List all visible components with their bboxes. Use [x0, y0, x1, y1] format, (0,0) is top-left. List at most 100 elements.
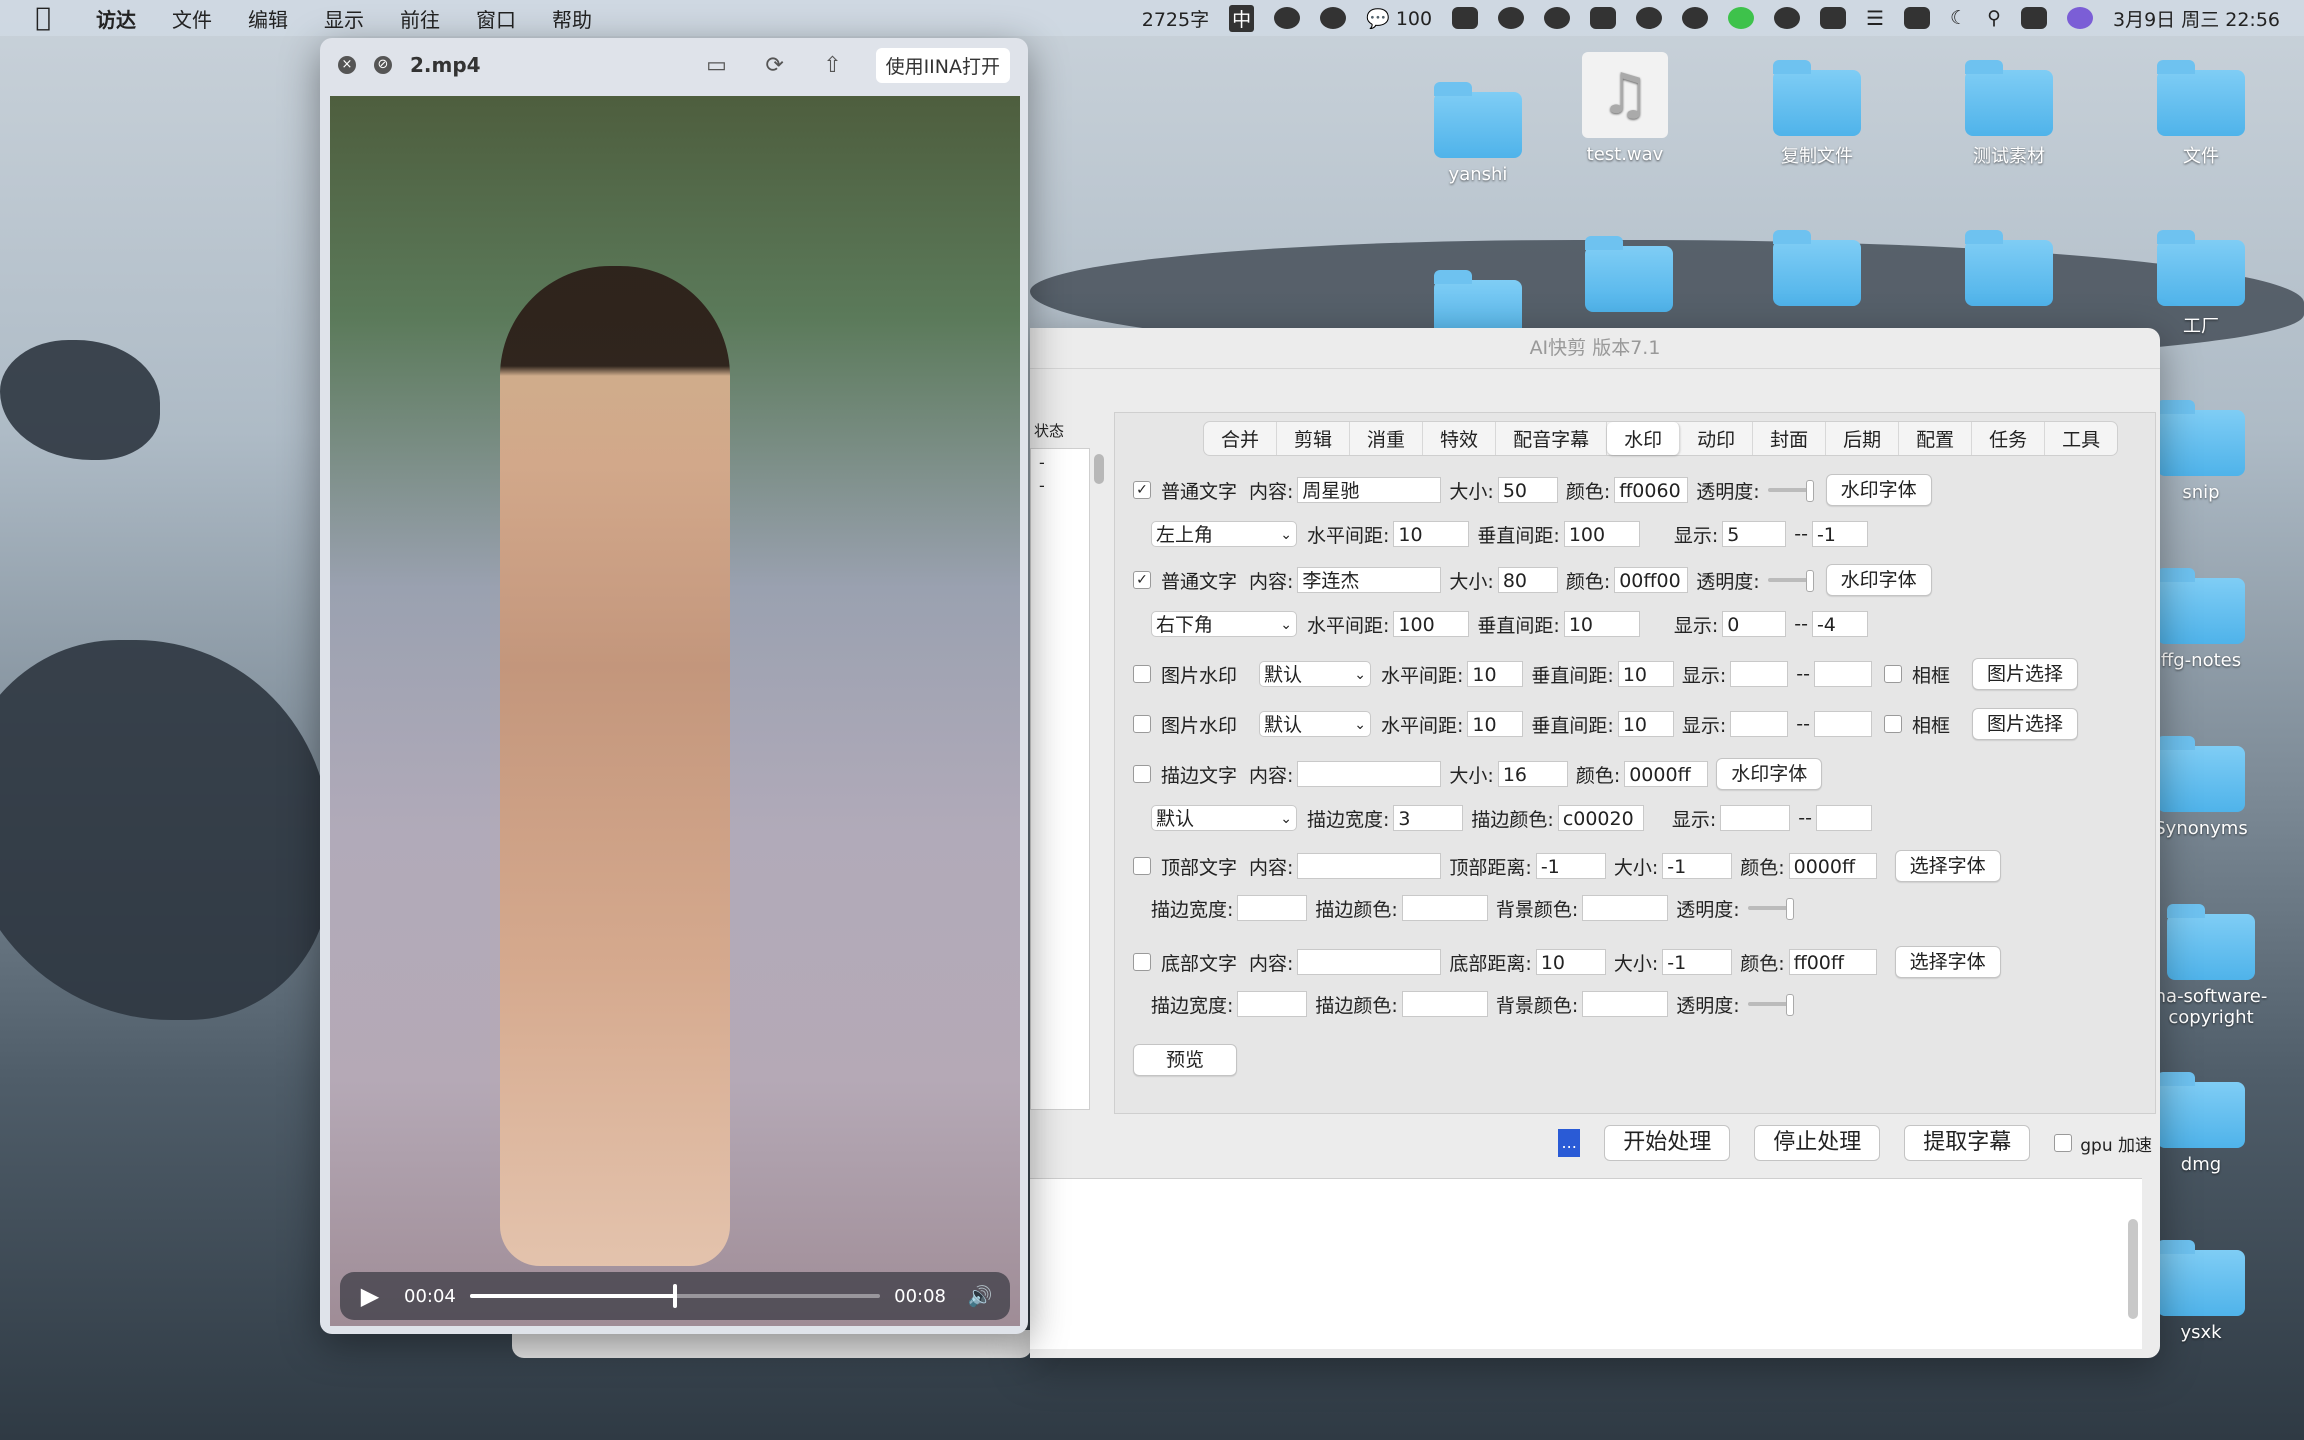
- image-watermark-1-show-from-input[interactable]: [1730, 661, 1789, 687]
- image-watermark-2-position-select[interactable]: 默认 ⌄: [1259, 711, 1371, 737]
- tab-post[interactable]: 后期: [1826, 422, 1900, 455]
- tab-dedup[interactable]: 消重: [1350, 422, 1424, 455]
- desktop-icon-test-materials[interactable]: 测试素材: [1949, 60, 2069, 168]
- app-tray-icon[interactable]: [1320, 7, 1347, 29]
- seek-bar[interactable]: [469, 1284, 881, 1308]
- menu-file[interactable]: 文件: [172, 4, 212, 33]
- text-watermark-2-show-from-input[interactable]: 0: [1722, 611, 1787, 637]
- stroke-text-checkbox[interactable]: [1133, 765, 1151, 783]
- text-watermark-1-h-input[interactable]: 10: [1393, 521, 1470, 547]
- spotlight-search-icon[interactable]: ⚲: [1987, 7, 2001, 29]
- picture-in-picture-icon[interactable]: ▭: [702, 53, 732, 78]
- desktop-icon-software-copyright[interactable]: na-software-copyright: [2141, 904, 2281, 1028]
- text-watermark-2-font-button[interactable]: 水印字体: [1825, 564, 1932, 596]
- gpu-accel-toggle[interactable]: gpu 加速: [2054, 1131, 2152, 1156]
- network-monitor-icon[interactable]: [1682, 7, 1709, 29]
- bottom-text-content-input[interactable]: [1297, 949, 1442, 975]
- text-watermark-2-h-input[interactable]: 100: [1393, 611, 1470, 637]
- stop-processing-button[interactable]: 停止处理: [1754, 1125, 1881, 1161]
- stroke-text-font-button[interactable]: 水印字体: [1716, 758, 1823, 790]
- image-watermark-1-checkbox[interactable]: [1133, 665, 1151, 683]
- menu-go[interactable]: 前往: [400, 4, 440, 33]
- extract-subtitles-button[interactable]: 提取字幕: [1904, 1125, 2031, 1161]
- text-watermark-1-position-select[interactable]: 左上角 ⌄: [1151, 521, 1297, 547]
- top-text-distance-input[interactable]: -1: [1535, 853, 1606, 879]
- tab-tasks[interactable]: 任务: [1972, 422, 2046, 455]
- menu-help[interactable]: 帮助: [552, 4, 592, 33]
- tab-dubbing-subtitles[interactable]: 配音字幕: [1496, 422, 1608, 455]
- top-text-bg-color-input[interactable]: [1582, 895, 1669, 921]
- volume-icon[interactable]: 🔊: [960, 1284, 1000, 1308]
- text-watermark-1-opacity-slider[interactable]: [1767, 480, 1814, 502]
- wechat-icon[interactable]: [1636, 7, 1663, 29]
- top-text-opacity-slider[interactable]: [1747, 898, 1794, 920]
- desktop-icon-folder-row2-b[interactable]: [1569, 236, 1689, 318]
- bottom-text-checkbox[interactable]: [1133, 953, 1151, 971]
- ime-indicator[interactable]: 中: [1229, 4, 1255, 32]
- n-app-icon[interactable]: [1728, 7, 1755, 29]
- image-watermark-2-show-from-input[interactable]: [1730, 711, 1789, 737]
- menubar-clock[interactable]: 3月9日 周三 22:56: [2113, 5, 2280, 32]
- open-in-iina-button[interactable]: 使用IINA打开: [875, 48, 1010, 83]
- control-center-icon[interactable]: [2020, 7, 2047, 29]
- tab-merge[interactable]: 合并: [1204, 422, 1278, 455]
- wifi-icon[interactable]: ☰: [1866, 6, 1884, 30]
- preview-button[interactable]: 预览: [1133, 1044, 1238, 1076]
- text-watermark-2-color-input[interactable]: 00ff00: [1614, 567, 1689, 593]
- image-watermark-1-h-input[interactable]: 10: [1467, 661, 1524, 687]
- bottom-text-opacity-slider[interactable]: [1747, 994, 1794, 1016]
- rotate-icon[interactable]: ⟳: [760, 53, 790, 78]
- text-watermark-1-font-button[interactable]: 水印字体: [1825, 474, 1932, 506]
- tab-clip[interactable]: 剪辑: [1277, 422, 1351, 455]
- paper-plane-icon[interactable]: [1590, 7, 1617, 29]
- menu-window[interactable]: 窗口: [476, 4, 516, 33]
- scrivener-icon[interactable]: [1904, 7, 1931, 29]
- bottom-text-stroke-width-input[interactable]: [1237, 991, 1308, 1017]
- desktop-icon-factory[interactable]: 工厂: [2141, 230, 2261, 338]
- desktop-icon-test-wav[interactable]: ♫ test.wav: [1565, 52, 1685, 165]
- text-watermark-1-color-input[interactable]: ff0060: [1614, 477, 1689, 503]
- top-text-color-input[interactable]: 0000ff: [1788, 853, 1877, 879]
- top-text-font-button[interactable]: 选择字体: [1894, 850, 2001, 882]
- status-row[interactable]: -: [1031, 449, 1089, 476]
- slider-thumb[interactable]: [1805, 480, 1814, 502]
- image-watermark-2-show-to-input[interactable]: [1813, 711, 1872, 737]
- text-watermark-1-size-input[interactable]: 50: [1497, 477, 1558, 503]
- top-text-content-input[interactable]: [1297, 853, 1442, 879]
- log-scrollbar[interactable]: [2128, 1219, 2138, 1319]
- cloud-icon[interactable]: [1498, 7, 1525, 29]
- desktop-icon-files[interactable]: 文件: [2141, 60, 2261, 168]
- slider-thumb[interactable]: [1785, 994, 1794, 1016]
- image-watermark-2-select-button[interactable]: 图片选择: [1971, 708, 2078, 740]
- gpu-accel-checkbox[interactable]: [2054, 1134, 2073, 1152]
- text-watermark-2-checkbox[interactable]: ✓: [1133, 571, 1151, 589]
- hat-icon[interactable]: [1274, 7, 1301, 29]
- notification-count[interactable]: 💬 100: [1366, 7, 1432, 30]
- play-circle-icon[interactable]: [1774, 7, 1801, 29]
- menu-app-finder[interactable]: 访达: [96, 4, 136, 33]
- tab-effects[interactable]: 特效: [1423, 422, 1497, 455]
- image-watermark-2-h-input[interactable]: 10: [1467, 711, 1524, 737]
- stroke-text-content-input[interactable]: [1297, 761, 1442, 787]
- desktop-icon-folder-row2-c[interactable]: [1757, 230, 1877, 312]
- top-text-stroke-width-input[interactable]: [1237, 895, 1308, 921]
- slider-thumb[interactable]: [1785, 898, 1794, 920]
- siri-icon[interactable]: [2066, 7, 2093, 29]
- play-icon[interactable]: ▶: [350, 1282, 390, 1310]
- text-watermark-2-v-input[interactable]: 10: [1563, 611, 1640, 637]
- apple-icon[interactable]: : [30, 5, 56, 31]
- text-watermark-2-position-select[interactable]: 右下角 ⌄: [1151, 611, 1297, 637]
- screen-record-icon[interactable]: [1452, 7, 1479, 29]
- status-scrollbar[interactable]: [1094, 454, 1104, 484]
- tab-tools[interactable]: 工具: [2045, 422, 2117, 455]
- dark-mode-icon[interactable]: ☾: [1950, 7, 1967, 29]
- slider-thumb[interactable]: [1805, 570, 1814, 592]
- bottom-text-size-input[interactable]: -1: [1662, 949, 1733, 975]
- battery-icon[interactable]: [1820, 7, 1847, 29]
- bottom-text-font-button[interactable]: 选择字体: [1894, 946, 2001, 978]
- bottom-text-color-input[interactable]: ff00ff: [1788, 949, 1877, 975]
- text-watermark-2-content-input[interactable]: 李连杰: [1297, 567, 1442, 593]
- seek-bar-knob[interactable]: [673, 1284, 677, 1308]
- close-icon[interactable]: ×: [338, 56, 356, 74]
- stroke-text-width-input[interactable]: 3: [1393, 805, 1464, 831]
